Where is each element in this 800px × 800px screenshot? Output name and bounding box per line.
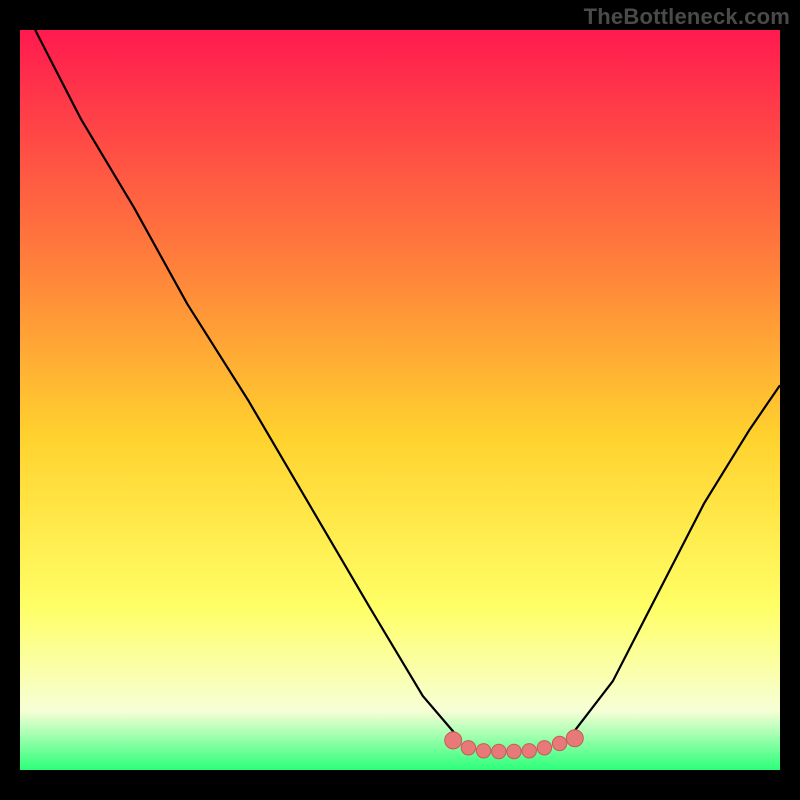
- valley-marker: [522, 744, 536, 758]
- curve-layer: [20, 30, 780, 770]
- valley-marker: [552, 736, 566, 750]
- valley-marker: [445, 732, 462, 749]
- plot-inner: [20, 30, 780, 770]
- curve-right-arm: [567, 385, 780, 740]
- chart-frame: TheBottleneck.com: [0, 0, 800, 800]
- curve-left-arm: [35, 30, 461, 740]
- plot-area: [20, 30, 780, 770]
- watermark-text: TheBottleneck.com: [584, 4, 790, 30]
- valley-marker-group: [445, 730, 584, 759]
- valley-marker: [566, 730, 583, 747]
- valley-marker: [476, 744, 490, 758]
- valley-marker: [492, 744, 506, 758]
- valley-marker: [537, 741, 551, 755]
- valley-marker: [507, 744, 521, 758]
- valley-marker: [461, 741, 475, 755]
